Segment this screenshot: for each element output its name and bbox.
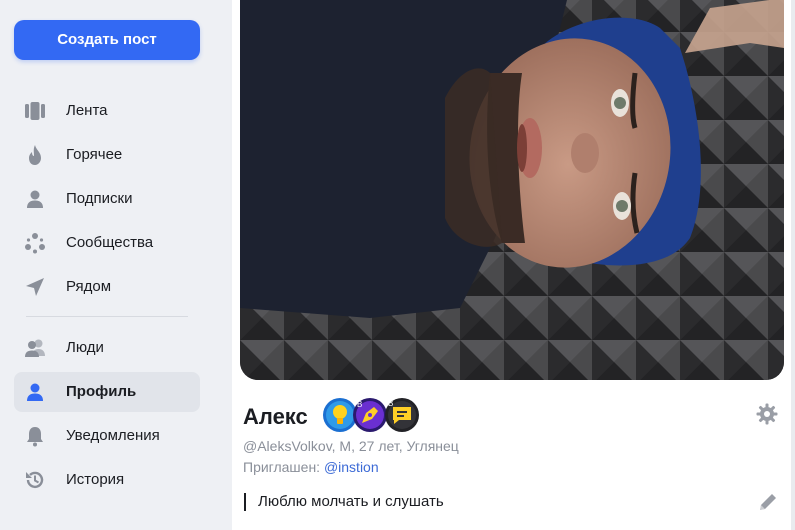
sidebar-item-label: История bbox=[66, 471, 125, 488]
feed-icon bbox=[25, 102, 45, 120]
sidebar-item-people[interactable]: Люди bbox=[14, 328, 200, 368]
sidebar-item-label: Люди bbox=[66, 339, 104, 356]
sidebar-item-feed[interactable]: Лента bbox=[14, 91, 200, 131]
svg-text:B: B bbox=[357, 400, 362, 409]
invited-by-link[interactable]: @instion bbox=[324, 459, 379, 475]
bio-quote-bar bbox=[244, 493, 246, 511]
flame-icon bbox=[29, 145, 41, 165]
scrollbar-edge bbox=[791, 0, 795, 530]
profile-cover-photo[interactable] bbox=[240, 0, 784, 380]
profile-badges: B B bbox=[322, 397, 432, 437]
sidebar-item-label: Горячее bbox=[66, 146, 123, 163]
gear-icon[interactable] bbox=[756, 403, 778, 425]
community-icon bbox=[25, 233, 45, 254]
people-icon bbox=[25, 339, 45, 357]
chat-badge-icon[interactable]: B bbox=[384, 397, 420, 433]
svg-text:B: B bbox=[388, 399, 393, 408]
profile-bio: Люблю молчать и слушать bbox=[258, 493, 444, 510]
create-post-button[interactable]: Создать пост bbox=[14, 20, 200, 60]
profile-icon bbox=[27, 383, 43, 401]
sidebar-item-label: Профиль bbox=[66, 383, 137, 400]
sidebar-item-profile[interactable]: Профиль bbox=[14, 372, 200, 412]
sidebar-item-label: Лента bbox=[66, 102, 108, 119]
pen-badge-icon[interactable]: B bbox=[352, 397, 388, 433]
sidebar-item-nearby[interactable]: Рядом bbox=[14, 267, 200, 307]
sidebar-item-communities[interactable]: Сообщества bbox=[14, 223, 200, 263]
location-arrow-icon bbox=[26, 278, 44, 296]
sidebar-item-hot[interactable]: Горячее bbox=[14, 135, 200, 175]
sidebar-item-notifications[interactable]: Уведомления bbox=[14, 416, 200, 456]
edit-pencil-icon[interactable] bbox=[757, 491, 779, 513]
profile-card: Алекс B B @AleksVolkov, М, 27 лет, Углян… bbox=[232, 0, 795, 530]
profile-invited: Приглашен: @instion bbox=[243, 459, 379, 475]
sidebar-item-label: Рядом bbox=[66, 278, 112, 295]
sidebar-item-label: Подписки bbox=[66, 190, 133, 207]
person-icon bbox=[27, 190, 43, 208]
profile-meta: @AleksVolkov, М, 27 лет, Углянец bbox=[243, 438, 459, 454]
sidebar: Создать пост Лента Горячее Подписки Сооб… bbox=[0, 0, 232, 530]
sidebar-item-subscriptions[interactable]: Подписки bbox=[14, 179, 200, 219]
history-icon bbox=[26, 471, 44, 489]
bell-icon bbox=[27, 427, 43, 447]
sidebar-item-history[interactable]: История bbox=[14, 460, 200, 500]
sidebar-divider bbox=[26, 316, 188, 317]
invited-label: Приглашен: bbox=[243, 459, 324, 475]
sidebar-item-label: Уведомления bbox=[66, 427, 160, 444]
profile-name: Алекс bbox=[243, 404, 308, 429]
sidebar-item-label: Сообщества bbox=[66, 234, 154, 251]
